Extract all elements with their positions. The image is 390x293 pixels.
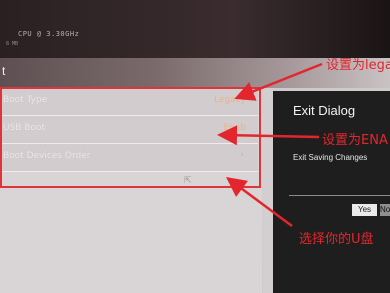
annotation-legacy: 设置为lega xyxy=(326,58,390,73)
no-button[interactable]: No xyxy=(380,204,390,216)
exit-dialog xyxy=(273,91,390,293)
highlight-box xyxy=(0,87,261,188)
dialog-message: Exit Saving Changes xyxy=(293,153,368,162)
dialog-edge xyxy=(263,88,273,293)
cpu-info: CPU @ 3.30GHz xyxy=(18,30,80,38)
yes-button[interactable]: Yes xyxy=(352,204,377,216)
annotation-enable: 设置为ENA xyxy=(322,133,388,148)
annotation-usb: 选择你的U盘 xyxy=(299,232,374,247)
dialog-title: Exit Dialog xyxy=(293,103,356,118)
memory-info: 8 MB xyxy=(6,41,19,47)
top-bar: CPU @ 3.30GHz 8 MB xyxy=(0,0,390,58)
cursor-icon: ⇱ xyxy=(184,176,192,186)
dialog-divider xyxy=(289,195,390,196)
page-title: t xyxy=(2,64,6,78)
